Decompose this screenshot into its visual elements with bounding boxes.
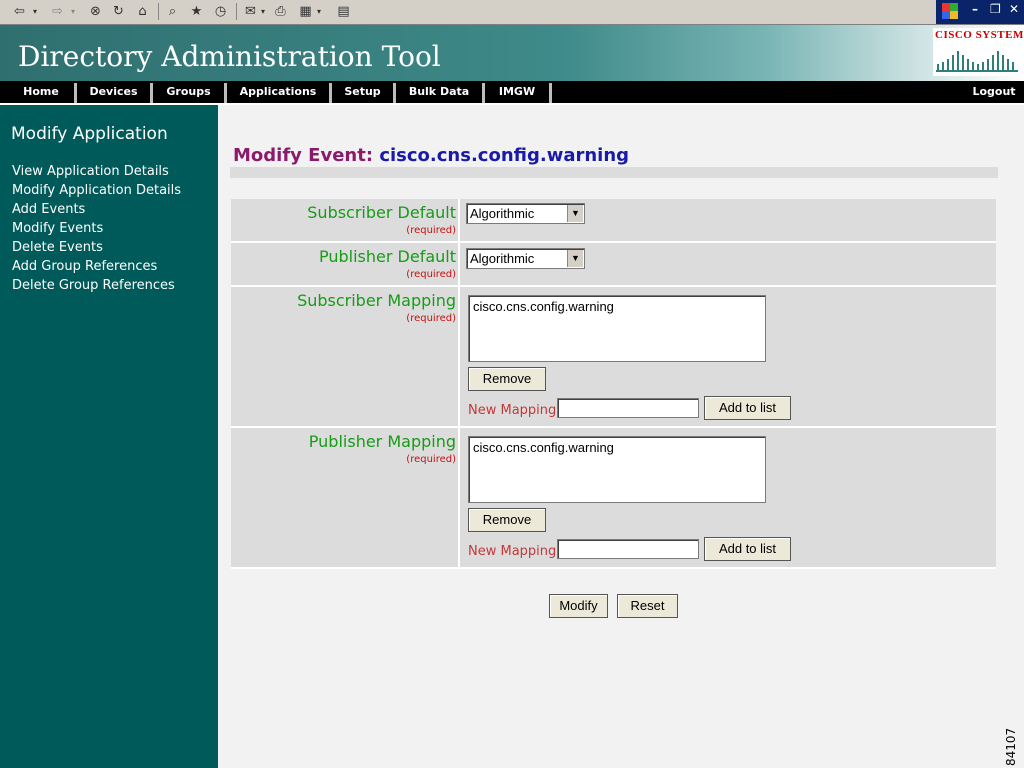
- back-icon[interactable]: ⇦: [10, 2, 29, 21]
- sidebar-title: Modify Application: [11, 124, 168, 144]
- publisher-mapping-label: Publisher Mapping: [308, 432, 456, 451]
- forward-icon[interactable]: ⇨: [48, 2, 67, 21]
- cisco-logo: Cisco Systems: [933, 28, 1024, 76]
- chevron-down-icon[interactable]: ▼: [567, 205, 583, 222]
- windows-logo: – ❐ ✕: [936, 0, 1024, 24]
- publisher-add-to-list-button[interactable]: Add to list: [704, 537, 791, 561]
- publisher-remove-button[interactable]: Remove: [468, 508, 546, 532]
- sidebar-link-modify-events[interactable]: Modify Events: [12, 221, 103, 236]
- minimize-icon[interactable]: –: [972, 2, 978, 16]
- stop-icon[interactable]: ⊗: [86, 2, 105, 21]
- page-title: Modify Event: cisco.cns.config.warning: [233, 145, 629, 166]
- logo-text: Cisco Systems: [935, 29, 1024, 41]
- publisher-default-select[interactable]: Algorithmic ▼: [466, 248, 585, 269]
- subscriber-mapping-list[interactable]: cisco.cns.config.warning: [468, 295, 766, 362]
- required-note: (required): [406, 269, 456, 280]
- sidebar-link-modify-application-details[interactable]: Modify Application Details: [12, 183, 181, 198]
- forward-dropdown-icon[interactable]: ▾: [68, 2, 78, 21]
- publisher-new-mapping-input[interactable]: [557, 539, 699, 559]
- reset-button[interactable]: Reset: [617, 594, 678, 618]
- subscriber-default-label: Subscriber Default: [307, 203, 456, 222]
- required-note: (required): [406, 225, 456, 236]
- figure-number: 84107: [1004, 727, 1018, 766]
- subscriber-default-select[interactable]: Algorithmic ▼: [466, 203, 585, 224]
- select-value: Algorithmic: [470, 206, 535, 221]
- publisher-mapping-list[interactable]: cisco.cns.config.warning: [468, 436, 766, 503]
- close-icon[interactable]: ✕: [1009, 2, 1019, 16]
- browser-toolbar: ⇦ ▾ ⇨ ▾ ⊗ ↻ ⌂ ⌕ ★ ◷ ✉ ▾ ⎙ ▦ ▾ ▤ – ❐ ✕: [0, 0, 1024, 25]
- list-item[interactable]: cisco.cns.config.warning: [473, 299, 614, 314]
- edit-icon[interactable]: ▦: [296, 2, 315, 21]
- new-mapping-label: New Mapping: [468, 544, 557, 559]
- discuss-icon[interactable]: ▤: [334, 2, 353, 21]
- modify-button[interactable]: Modify: [549, 594, 608, 618]
- subscriber-new-mapping-input[interactable]: [557, 398, 699, 418]
- list-item[interactable]: cisco.cns.config.warning: [473, 440, 614, 455]
- main-content: Modify Event: cisco.cns.config.warning S…: [218, 105, 1024, 768]
- history-icon[interactable]: ◷: [211, 2, 230, 21]
- sidebar-link-delete-events[interactable]: Delete Events: [12, 240, 103, 255]
- nav-applications[interactable]: Applications: [227, 81, 329, 103]
- event-label: Modify Event:: [233, 145, 374, 166]
- nav-setup[interactable]: Setup: [332, 81, 393, 103]
- title-divider: [230, 167, 998, 178]
- mail-dropdown-icon[interactable]: ▾: [258, 2, 268, 21]
- cisco-bridge-icon: [936, 51, 1018, 72]
- refresh-icon[interactable]: ↻: [109, 2, 128, 21]
- windows-flag-icon: [942, 3, 958, 19]
- event-name: cisco.cns.config.warning: [379, 145, 630, 166]
- publisher-default-row: Publisher Default (required) Algorithmic…: [231, 243, 996, 287]
- app-header: Directory Administration Tool: [0, 25, 1024, 81]
- nav-logout[interactable]: Logout: [968, 81, 1020, 103]
- subscriber-mapping-row: Subscriber Mapping (required) cisco.cns.…: [231, 287, 996, 428]
- new-mapping-label: New Mapping: [468, 403, 557, 418]
- chevron-down-icon[interactable]: ▼: [567, 250, 583, 267]
- subscriber-mapping-label: Subscriber Mapping: [297, 291, 456, 310]
- print-icon[interactable]: ⎙: [271, 2, 290, 21]
- subscriber-add-to-list-button[interactable]: Add to list: [704, 396, 791, 420]
- select-value: Algorithmic: [470, 251, 535, 266]
- publisher-default-label: Publisher Default: [319, 247, 456, 266]
- sidebar: Modify Application View Application Deta…: [0, 105, 218, 768]
- required-note: (required): [406, 313, 456, 324]
- nav-groups[interactable]: Groups: [153, 81, 224, 103]
- back-dropdown-icon[interactable]: ▾: [30, 2, 40, 21]
- subscriber-remove-button[interactable]: Remove: [468, 367, 546, 391]
- app-title: Directory Administration Tool: [18, 40, 441, 73]
- search-icon[interactable]: ⌕: [163, 2, 182, 21]
- home-icon[interactable]: ⌂: [133, 2, 152, 21]
- sidebar-link-add-events[interactable]: Add Events: [12, 202, 85, 217]
- sidebar-link-view-application-details[interactable]: View Application Details: [12, 164, 169, 179]
- sidebar-link-delete-group-references[interactable]: Delete Group References: [12, 278, 175, 293]
- nav-home[interactable]: Home: [8, 81, 74, 103]
- nav-devices[interactable]: Devices: [77, 81, 150, 103]
- main-nav: Home Devices Groups Applications Setup B…: [0, 81, 1024, 105]
- edit-dropdown-icon[interactable]: ▾: [314, 2, 324, 21]
- favorites-icon[interactable]: ★: [187, 2, 206, 21]
- publisher-mapping-row: Publisher Mapping (required) cisco.cns.c…: [231, 428, 996, 569]
- restore-icon[interactable]: ❐: [990, 2, 1001, 16]
- subscriber-default-row: Subscriber Default (required) Algorithmi…: [231, 199, 996, 243]
- nav-imgw[interactable]: IMGW: [485, 81, 549, 103]
- sidebar-link-add-group-references[interactable]: Add Group References: [12, 259, 157, 274]
- required-note: (required): [406, 454, 456, 465]
- nav-bulk-data[interactable]: Bulk Data: [396, 81, 482, 103]
